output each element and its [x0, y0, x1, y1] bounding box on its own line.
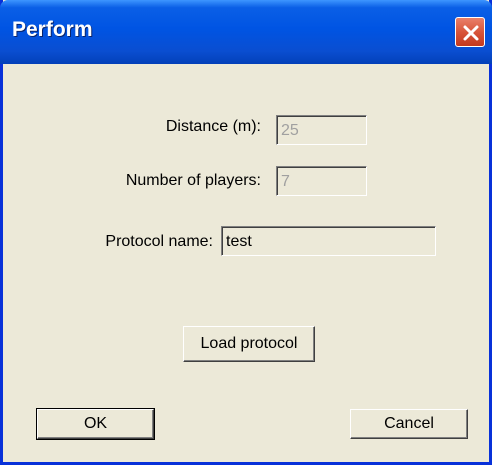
close-button[interactable] — [455, 17, 485, 47]
players-label: Number of players: — [125, 172, 261, 189]
perform-dialog: Perform Distance (m): 25 Number of playe… — [0, 0, 492, 465]
players-field: 7 — [276, 166, 367, 196]
title-bar[interactable]: Perform — [0, 0, 492, 64]
ok-button[interactable]: OK — [36, 408, 155, 440]
protocol-name-field[interactable]: test — [221, 226, 436, 256]
distance-field: 25 — [276, 115, 367, 145]
protocol-name-label: Protocol name: — [105, 233, 213, 250]
close-icon — [463, 25, 479, 41]
window-title: Perform — [12, 18, 93, 41]
distance-label: Distance (m): — [165, 118, 261, 135]
load-protocol-button[interactable]: Load protocol — [183, 326, 315, 362]
cancel-button[interactable]: Cancel — [350, 409, 468, 439]
